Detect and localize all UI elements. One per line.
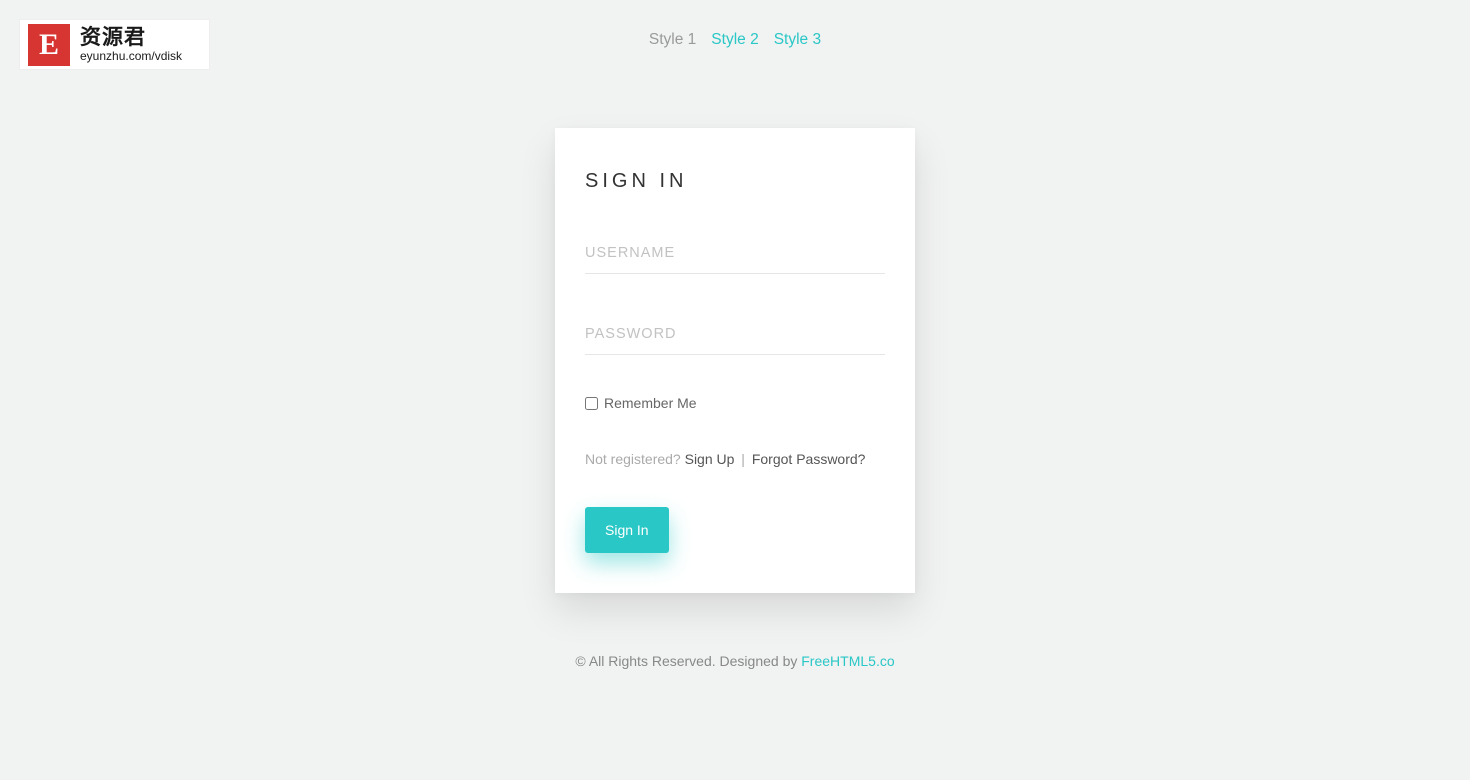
logo-en-text: eyunzhu.com/vdisk	[80, 50, 182, 62]
logo-text: 资源君 eyunzhu.com/vdisk	[80, 27, 182, 62]
logo-badge: E	[28, 24, 70, 66]
site-logo[interactable]: E 资源君 eyunzhu.com/vdisk	[19, 19, 210, 70]
aux-line: Not registered? Sign Up | Forgot Passwor…	[585, 451, 885, 467]
remember-me-text: Remember Me	[604, 395, 697, 411]
forgot-password-link[interactable]: Forgot Password?	[752, 451, 866, 467]
sign-up-link[interactable]: Sign Up	[685, 451, 735, 467]
separator: |	[734, 451, 751, 467]
footer-link[interactable]: FreeHTML5.co	[801, 653, 894, 669]
nav-style-1[interactable]: Style 1	[649, 31, 696, 49]
footer: © All Rights Reserved. Designed by FreeH…	[575, 653, 894, 669]
signin-card: SIGN IN Remember Me Not registered? Sign…	[555, 128, 915, 593]
nav-style-2[interactable]: Style 2	[711, 31, 758, 49]
nav-style-3[interactable]: Style 3	[774, 31, 821, 49]
card-title: SIGN IN	[585, 170, 885, 193]
logo-cn-text: 资源君	[80, 27, 182, 48]
not-registered-text: Not registered?	[585, 451, 685, 467]
style-nav: Style 1 Style 2 Style 3	[649, 31, 821, 49]
sign-in-button[interactable]: Sign In	[585, 507, 669, 553]
remember-me-label[interactable]: Remember Me	[585, 395, 885, 411]
username-input[interactable]	[585, 233, 885, 274]
footer-text: © All Rights Reserved. Designed by	[575, 653, 801, 669]
remember-me-checkbox[interactable]	[585, 397, 598, 410]
password-input[interactable]	[585, 314, 885, 355]
